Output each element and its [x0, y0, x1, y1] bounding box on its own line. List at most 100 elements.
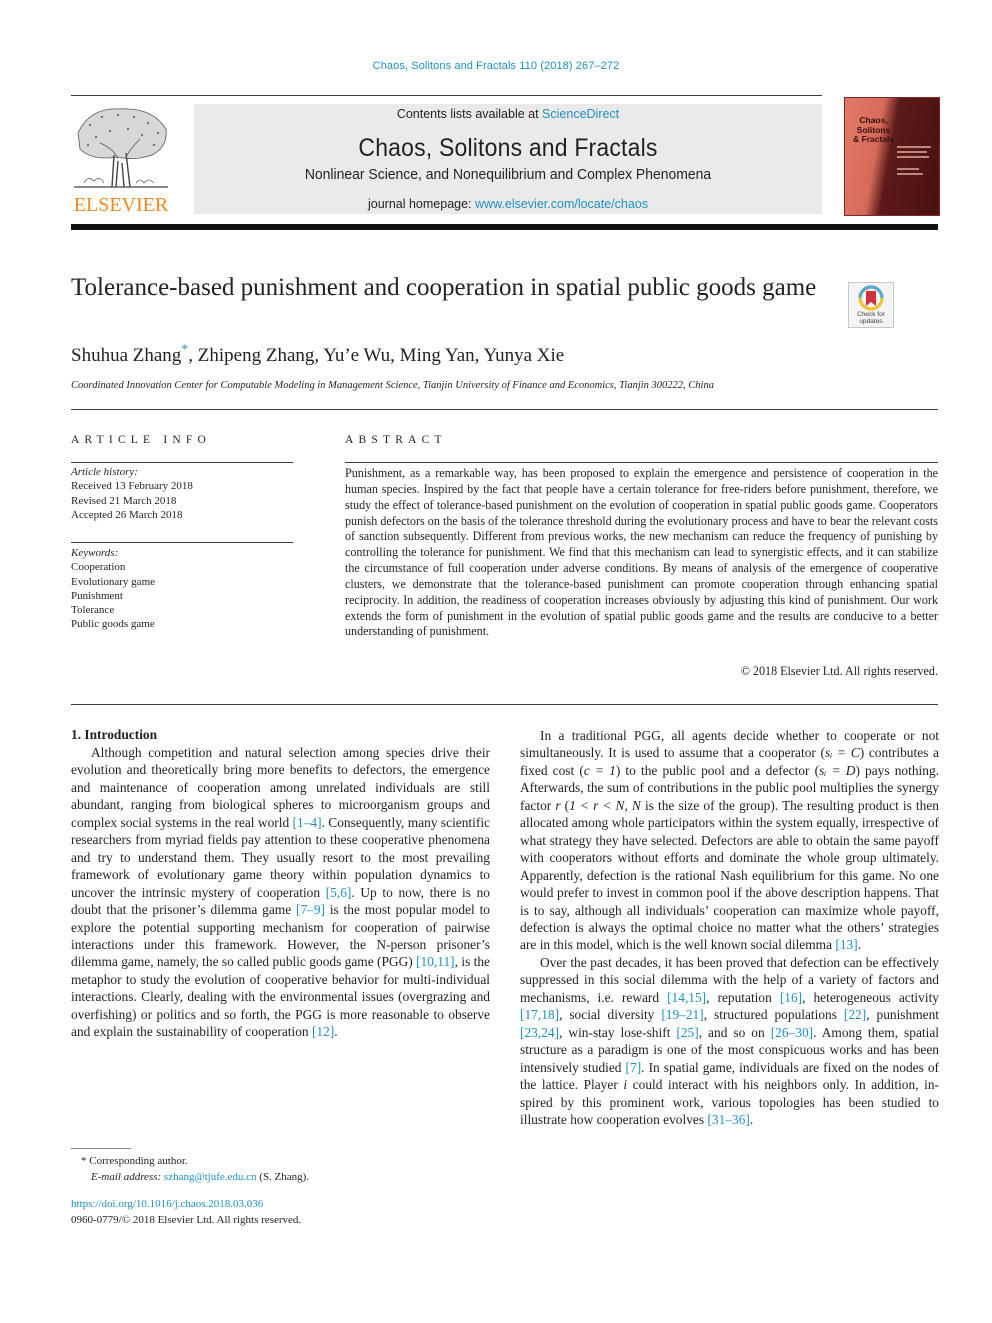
text-run: ) to the public pool and a defec­tor ( — [615, 762, 820, 778]
header-rule — [71, 95, 822, 96]
author-name[interactable]: Yunya Xie — [483, 345, 564, 366]
keywords-list: Keywords: Cooperation Evolutionary game … — [71, 546, 155, 632]
text-run: , structured populations — [703, 1007, 844, 1023]
author-name[interactable]: Shuhua Zhang — [71, 345, 181, 366]
citation-link[interactable]: [25] — [676, 1025, 698, 1040]
citation-link[interactable]: [14,15] — [667, 990, 706, 1005]
article-title: Tolerance-based punishment and cooperati… — [71, 274, 817, 301]
body-column-right: In a traditional PGG, all agents decide … — [520, 727, 939, 1128]
journal-homepage-link[interactable]: www.elsevier.com/locate/chaos — [475, 197, 648, 211]
text-run: , heterogeneous activity — [802, 989, 939, 1005]
cover-decoration — [897, 151, 927, 153]
section-heading-introduction: 1. Introduction — [71, 727, 158, 742]
keyword: Tolerance — [71, 604, 115, 617]
inline-math: sᵢ = D — [819, 762, 856, 778]
keyword: Public goods game — [71, 618, 155, 631]
journal-cover-thumbnail[interactable]: Chaos, Solitons & Fractals — [844, 97, 940, 216]
citation-link[interactable]: [31–36] — [707, 1112, 749, 1127]
citation-link[interactable]: [26–30] — [771, 1025, 813, 1040]
citation-link[interactable]: [5,6] — [326, 885, 352, 900]
citation-link[interactable]: [10,11] — [416, 954, 455, 969]
cover-decoration — [897, 156, 929, 158]
corresponding-author-note: * Corresponding author. — [71, 1153, 309, 1169]
citation-link[interactable]: [13] — [835, 937, 857, 952]
abstract-text: Punishment, as a remarkable way, has bee… — [345, 466, 938, 639]
text-run: . — [749, 1111, 754, 1127]
text-run: , reputation — [706, 989, 780, 1005]
citation-link[interactable]: [7–9] — [296, 902, 325, 917]
text-run: , punishment — [866, 1007, 939, 1023]
homepage-line: journal homepage: www.elsevier.com/locat… — [194, 197, 822, 211]
citation-link[interactable]: [23,24] — [520, 1025, 559, 1040]
text-run: . — [334, 1024, 338, 1040]
author-name[interactable]: Ming Yan — [400, 345, 475, 366]
cover-decoration — [897, 173, 923, 175]
cover-title: Chaos, Solitons & Fractals — [853, 115, 895, 145]
abstract-heading: ABSTRACT — [345, 434, 447, 446]
citation-link[interactable]: [19–21] — [661, 1007, 703, 1022]
contents-prefix: Contents lists available at — [396, 107, 543, 121]
doi-block: https://doi.org/10.1016/j.chaos.2018.03.… — [71, 1197, 301, 1228]
crossmark-label: Check for updates — [857, 311, 885, 325]
author-separator: , — [188, 345, 198, 366]
text-run: ( — [560, 797, 570, 813]
cover-decoration — [897, 168, 919, 170]
email-suffix: (S. Zhang). — [256, 1171, 310, 1183]
crossmark-icon — [858, 285, 884, 311]
elsevier-wordmark: ELSEVIER — [73, 194, 169, 216]
history-accepted: Accepted 26 March 2018 — [71, 508, 183, 521]
affiliation: Coordinated Innovation Center for Comput… — [71, 380, 714, 391]
article-history: Article history: Received 13 February 20… — [71, 465, 193, 522]
footnotes: * Corresponding author. E-mail address: … — [71, 1153, 309, 1185]
citation-link[interactable]: [17,18] — [520, 1007, 559, 1022]
journal-subtitle: Nonlinear Science, and Nonequilibrium an… — [304, 166, 712, 183]
abstract-end-rule — [71, 704, 938, 705]
check-for-updates-badge[interactable]: Check for updates — [848, 282, 894, 328]
author-list: Shuhua Zhang*, Zhipeng Zhang, Yu’e Wu, M… — [71, 343, 564, 367]
sciencedirect-link[interactable]: ScienceDirect — [542, 107, 619, 121]
keywords-rule — [71, 542, 293, 543]
author-separator: , — [314, 345, 324, 366]
citation-link[interactable]: [16] — [780, 990, 802, 1005]
text-run: , win-stay lose-shift — [559, 1024, 677, 1040]
keyword: Punishment — [71, 589, 123, 602]
history-revised: Revised 21 March 2018 — [71, 494, 177, 507]
inline-math: 1 < r < N, N — [569, 797, 641, 813]
cover-title-line: & Fractals — [853, 134, 895, 144]
citation-link[interactable]: [1–4] — [293, 815, 322, 830]
email-link[interactable]: szhang@tjufe.edu.cn — [164, 1171, 257, 1183]
inline-math: c = 1 — [583, 762, 616, 778]
history-received: Received 13 February 2018 — [71, 480, 193, 493]
doi-link[interactable]: https://doi.org/10.1016/j.chaos.2018.03.… — [71, 1197, 301, 1213]
body-paragraph: In a traditional PGG, all agents decide … — [520, 727, 939, 954]
keyword: Cooperation — [71, 561, 126, 574]
author-name[interactable]: Yu’e Wu — [323, 345, 390, 366]
masthead-thick-rule — [71, 224, 938, 230]
text-run: . — [857, 937, 862, 953]
citation-link[interactable]: [7] — [626, 1060, 642, 1075]
footnote-mark: * — [81, 1155, 87, 1167]
journal-masthead: Contents lists available at ScienceDirec… — [194, 104, 822, 214]
cover-decoration — [897, 146, 931, 148]
citation-link[interactable]: [12] — [312, 1024, 334, 1039]
corresponding-author-text: Corresponding author. — [89, 1155, 188, 1167]
body-column-left: Although competition and natural selecti… — [71, 744, 490, 1041]
elsevier-logo[interactable]: ELSEVIER — [70, 103, 172, 215]
elsevier-tree-icon — [74, 108, 168, 188]
homepage-prefix: journal homepage: — [367, 197, 476, 211]
email-note: E-mail address: szhang@tjufe.edu.cn (S. … — [71, 1169, 309, 1185]
text-run: is the size of the group). The resulting… — [520, 797, 939, 953]
inline-math: sᵢ = C — [825, 745, 860, 761]
author-name[interactable]: Zhipeng Zhang — [198, 345, 315, 366]
citation-link[interactable]: [22] — [844, 1007, 866, 1022]
affiliation-rule — [71, 409, 938, 410]
body-paragraph: Although competition and natural selecti… — [71, 744, 490, 1041]
keyword: Evolutionary game — [71, 575, 156, 588]
text-run: , social diversity — [559, 1007, 662, 1023]
running-header[interactable]: Chaos, Solitons and Fractals 110 (2018) … — [0, 60, 992, 72]
email-label: E-mail address: — [91, 1171, 162, 1183]
abstract-rule — [345, 462, 938, 463]
author-separator: , — [390, 345, 400, 366]
text-run: , and so on — [698, 1024, 771, 1040]
article-info-heading: ARTICLE INFO — [71, 434, 211, 446]
